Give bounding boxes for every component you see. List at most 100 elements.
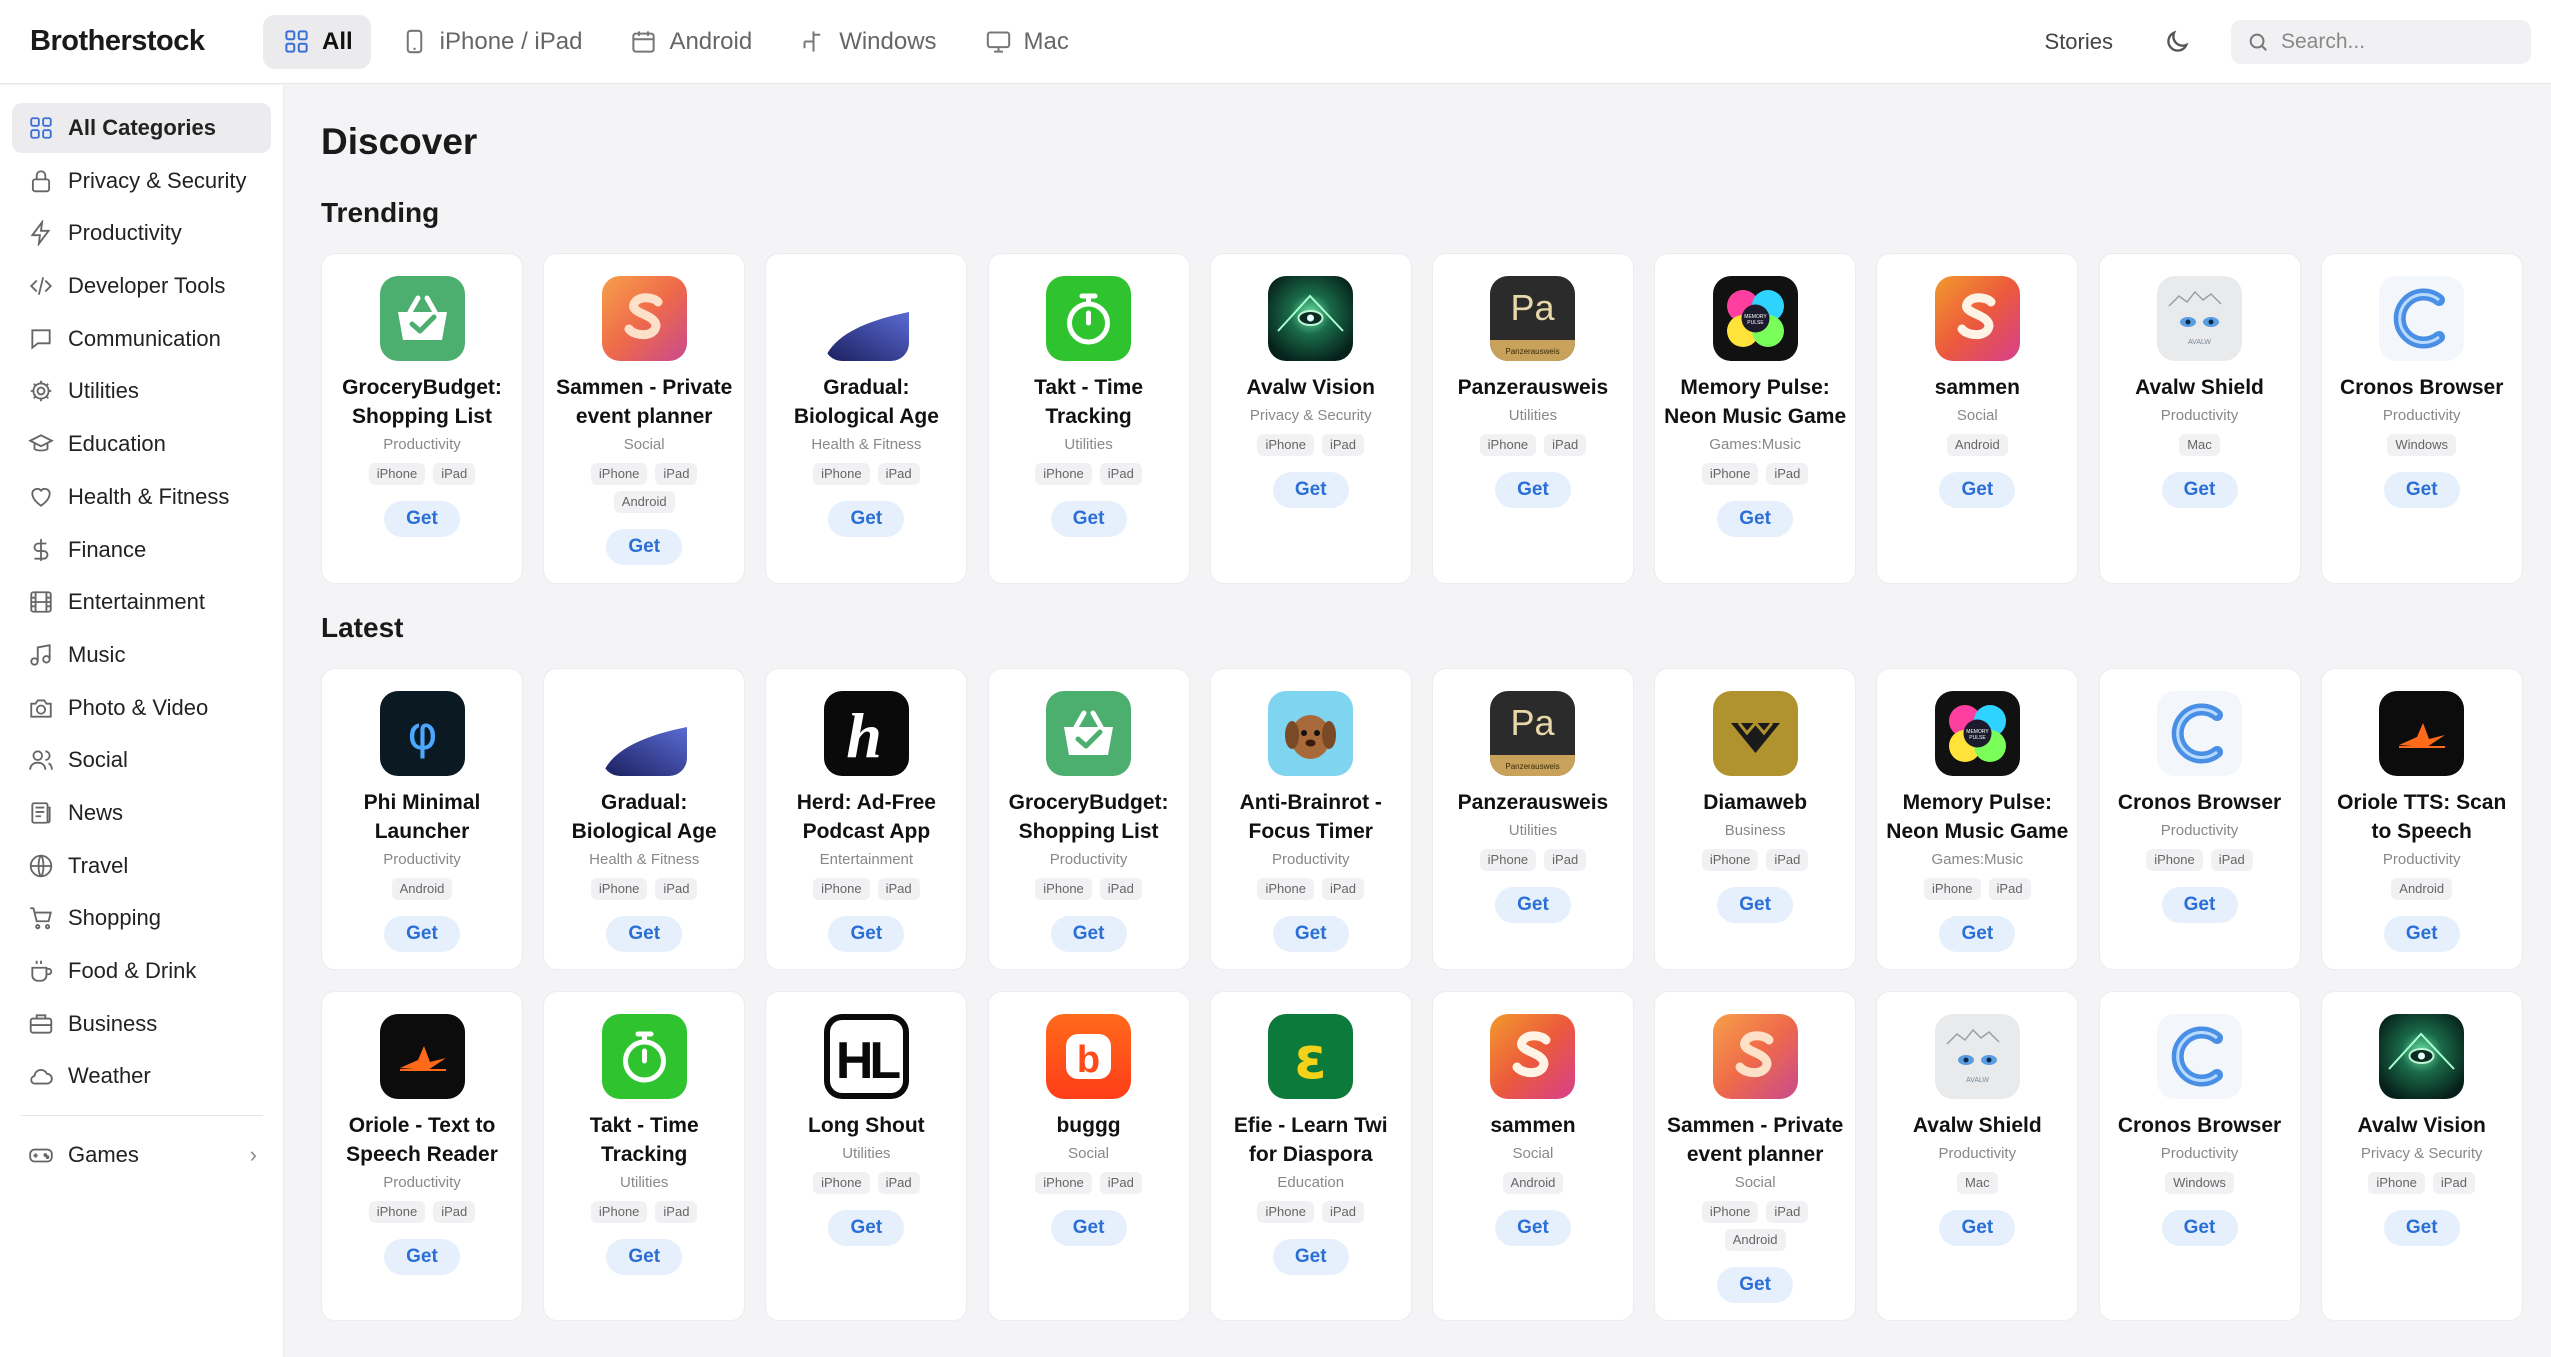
app-card[interactable]: Gradual: Biological Age Health & Fitness i… bbox=[543, 668, 746, 970]
get-button[interactable]: Get bbox=[1272, 472, 1349, 508]
sidebar-item-travel[interactable]: Travel bbox=[12, 841, 271, 891]
app-name[interactable]: Anti-Brainrot - Focus Timer bbox=[1211, 788, 1411, 846]
get-button[interactable]: Get bbox=[384, 501, 460, 537]
sidebar-item-news[interactable]: News bbox=[12, 788, 271, 838]
app-name[interactable]: Cronos Browser bbox=[2332, 373, 2511, 402]
app-card[interactable]: ε Efie - Learn Twi for Diaspora Education i… bbox=[1209, 991, 1412, 1321]
get-button[interactable]: Get bbox=[606, 529, 683, 565]
app-name[interactable]: GroceryBudget: Shopping List bbox=[989, 788, 1189, 846]
panzer-app-icon[interactable]: Pa Panzerausweis bbox=[1490, 691, 1576, 776]
takt-app-icon[interactable] bbox=[1046, 276, 1132, 361]
app-name[interactable]: Avalw Vision bbox=[2349, 1111, 2493, 1140]
sidebar-item-music[interactable]: Music bbox=[12, 630, 271, 680]
app-name[interactable]: Memory Pulse: Neon Music Game bbox=[1655, 373, 1855, 431]
app-card[interactable]: MEMORY PULSE Memory Pulse: Neon Music Game… bbox=[1654, 253, 1857, 584]
cronos-app-icon[interactable] bbox=[2379, 276, 2465, 361]
app-card[interactable]: Cronos Browser Productivity Windows Get bbox=[2320, 253, 2523, 584]
app-card[interactable]: Sammen - Private event planner Social iPho… bbox=[1654, 991, 1857, 1321]
app-name[interactable]: GroceryBudget: Shopping List bbox=[322, 373, 522, 431]
sidebar-item-entertainment[interactable]: Entertainment bbox=[12, 577, 271, 627]
get-button[interactable]: Get bbox=[2383, 1210, 2460, 1246]
app-card[interactable]: sammen Social Android Get bbox=[1431, 991, 1634, 1321]
sidebar-item-food-drink[interactable]: Food & Drink bbox=[12, 946, 271, 996]
grocery-app-icon[interactable] bbox=[1046, 691, 1132, 776]
get-button[interactable]: Get bbox=[1939, 916, 2016, 952]
get-button[interactable]: Get bbox=[2383, 472, 2460, 508]
app-card[interactable]: HL Long Shout Utilities iPhone iPad Get bbox=[765, 991, 968, 1321]
sidebar-item-productivity[interactable]: Productivity bbox=[12, 208, 271, 258]
get-button[interactable]: Get bbox=[2383, 916, 2460, 952]
cronos-app-icon[interactable] bbox=[2157, 691, 2242, 776]
get-button[interactable]: Get bbox=[828, 916, 905, 952]
app-card[interactable]: sammen Social Android Get bbox=[1876, 253, 2079, 584]
app-name[interactable]: Avalw Shield bbox=[2127, 373, 2272, 402]
app-card[interactable]: Diamaweb Business iPhone iPad Get bbox=[1654, 668, 1857, 970]
gradual-app-icon[interactable] bbox=[823, 276, 909, 361]
get-button[interactable]: Get bbox=[1494, 472, 1571, 508]
get-button[interactable]: Get bbox=[1272, 1239, 1349, 1275]
takt-app-icon[interactable] bbox=[601, 1014, 687, 1099]
search-input[interactable] bbox=[2281, 29, 2511, 54]
app-card[interactable]: GroceryBudget: Shopping List Productivity… bbox=[987, 668, 1190, 970]
sidebar-item-all-categories[interactable]: All Categories bbox=[12, 103, 271, 153]
app-name[interactable]: Diamaweb bbox=[1695, 788, 1815, 817]
search-box[interactable] bbox=[2231, 19, 2531, 64]
app-name[interactable]: Gradual: Biological Age bbox=[766, 373, 966, 431]
app-card[interactable]: Takt - Time Tracking Utilities iPhone iPad G… bbox=[543, 991, 746, 1321]
memory-app-icon[interactable]: MEMORY PULSE bbox=[1934, 691, 2020, 776]
get-button[interactable]: Get bbox=[1050, 1210, 1127, 1246]
get-button[interactable]: Get bbox=[384, 1239, 460, 1275]
app-card[interactable]: φ Phi Minimal Launcher Productivity Android… bbox=[321, 668, 523, 970]
get-button[interactable]: Get bbox=[1494, 1210, 1571, 1246]
sidebar-item-developer-tools[interactable]: Developer Tools bbox=[12, 261, 271, 311]
brainrot-app-icon[interactable] bbox=[1268, 691, 1354, 776]
get-button[interactable]: Get bbox=[1494, 887, 1571, 923]
moon-icon[interactable] bbox=[2163, 28, 2191, 56]
get-button[interactable]: Get bbox=[2161, 472, 2238, 508]
panzer-app-icon[interactable]: Pa Panzerausweis bbox=[1490, 276, 1576, 361]
get-button[interactable]: Get bbox=[1717, 501, 1794, 537]
efie-app-icon[interactable]: ε bbox=[1268, 1014, 1354, 1099]
app-card[interactable]: Takt - Time Tracking Utilities iPhone iPad G… bbox=[987, 253, 1190, 584]
vision-app-icon[interactable] bbox=[2379, 1014, 2465, 1099]
get-button[interactable]: Get bbox=[828, 501, 905, 537]
app-card[interactable]: Avalw Vision Privacy & Security iPhone iPad… bbox=[2320, 991, 2523, 1321]
get-button[interactable]: Get bbox=[828, 1210, 905, 1246]
grocery-app-icon[interactable] bbox=[379, 276, 465, 361]
app-card[interactable]: Avalw Vision Privacy & Security iPhone iPad… bbox=[1209, 253, 1412, 584]
sidebar-item-finance[interactable]: Finance bbox=[12, 525, 271, 575]
app-card[interactable]: Pa Panzerausweis Panzerausweis Utilities iPh… bbox=[1431, 253, 1634, 584]
sammen-pink-app-icon[interactable] bbox=[1934, 276, 2020, 361]
phi-app-icon[interactable]: φ bbox=[379, 691, 465, 776]
sammen-orange-app-icon[interactable] bbox=[601, 276, 687, 361]
longshout-app-icon[interactable]: HL bbox=[823, 1014, 909, 1099]
shield-app-icon[interactable]: AVALW bbox=[2157, 276, 2242, 361]
app-name[interactable]: Oriole TTS: Scan to Speech bbox=[2322, 788, 2522, 846]
app-name[interactable]: Panzerausweis bbox=[1450, 788, 1617, 817]
get-button[interactable]: Get bbox=[1939, 1210, 2016, 1246]
buggg-app-icon[interactable]: b bbox=[1046, 1014, 1132, 1099]
sidebar-item-social[interactable]: Social bbox=[12, 735, 271, 785]
app-name[interactable]: Panzerausweis bbox=[1450, 373, 1617, 402]
sidebar-item-communication[interactable]: Communication bbox=[12, 314, 271, 364]
stories-link[interactable]: Stories bbox=[2045, 29, 2113, 55]
app-name[interactable]: Memory Pulse: Neon Music Game bbox=[1877, 788, 2077, 846]
herd-app-icon[interactable]: h bbox=[823, 691, 909, 776]
sidebar-item-privacy-security[interactable]: Privacy & Security bbox=[12, 156, 271, 206]
app-name[interactable]: sammen bbox=[1927, 373, 2028, 402]
get-button[interactable]: Get bbox=[606, 1239, 683, 1275]
sammen-orange-app-icon[interactable] bbox=[1712, 1014, 1798, 1099]
app-card[interactable]: Pa Panzerausweis Panzerausweis Utilities iPh… bbox=[1431, 668, 1634, 970]
brand-logo[interactable]: Brotherstock bbox=[30, 25, 230, 58]
get-button[interactable]: Get bbox=[1050, 916, 1127, 952]
app-name[interactable]: Takt - Time Tracking bbox=[989, 373, 1189, 431]
app-name[interactable]: Herd: Ad-Free Podcast App bbox=[766, 788, 966, 846]
app-card[interactable]: AVALW Avalw Shield Productivity Mac Get bbox=[1876, 991, 2079, 1321]
get-button[interactable]: Get bbox=[1717, 1267, 1794, 1303]
get-button[interactable]: Get bbox=[1272, 916, 1349, 952]
app-name[interactable]: Cronos Browser bbox=[2110, 1111, 2289, 1140]
app-name[interactable]: Efie - Learn Twi for Diaspora bbox=[1211, 1111, 1411, 1169]
get-button[interactable]: Get bbox=[2161, 1210, 2238, 1246]
sidebar-item-health-fitness[interactable]: Health & Fitness bbox=[12, 472, 271, 522]
gradual-app-icon[interactable] bbox=[601, 691, 687, 776]
